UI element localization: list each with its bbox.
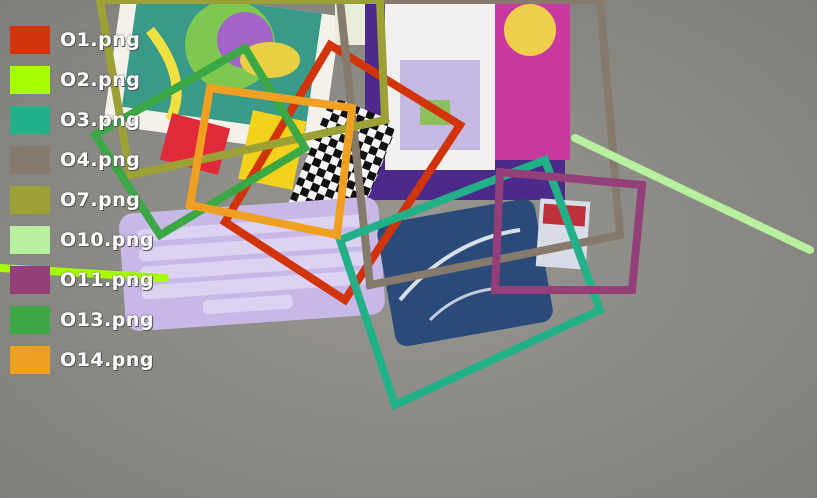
legend-label: O7.png [60, 189, 141, 211]
legend-label: O3.png [60, 109, 141, 131]
legend-swatch [10, 66, 50, 94]
legend-item-o10: O10.png [10, 220, 154, 260]
legend-item-o13: O13.png [10, 300, 154, 340]
legend-item-o1: O1.png [10, 20, 154, 60]
legend-item-o2: O2.png [10, 60, 154, 100]
legend-swatch [10, 146, 50, 174]
legend-swatch [10, 346, 50, 374]
legend-label: O13.png [60, 309, 155, 331]
legend-swatch [10, 266, 50, 294]
legend-label: O11.png [60, 269, 155, 291]
legend-swatch [10, 186, 50, 214]
legend-item-o11: O11.png [10, 260, 154, 300]
open-house-brochure [365, 0, 570, 200]
legend: O1.png O2.png O3.png O4.png O7.png O10.p… [10, 20, 154, 380]
legend-label: O2.png [60, 69, 141, 91]
legend-item-o14: O14.png [10, 340, 154, 380]
legend-swatch [10, 306, 50, 334]
legend-swatch [10, 226, 50, 254]
legend-swatch [10, 26, 50, 54]
legend-label: O1.png [60, 29, 141, 51]
legend-swatch [10, 106, 50, 134]
legend-item-o3: O3.png [10, 100, 154, 140]
legend-label: O10.png [60, 229, 155, 251]
legend-item-o7: O7.png [10, 180, 154, 220]
legend-label: O14.png [60, 349, 155, 371]
legend-item-o4: O4.png [10, 140, 154, 180]
legend-label: O4.png [60, 149, 141, 171]
